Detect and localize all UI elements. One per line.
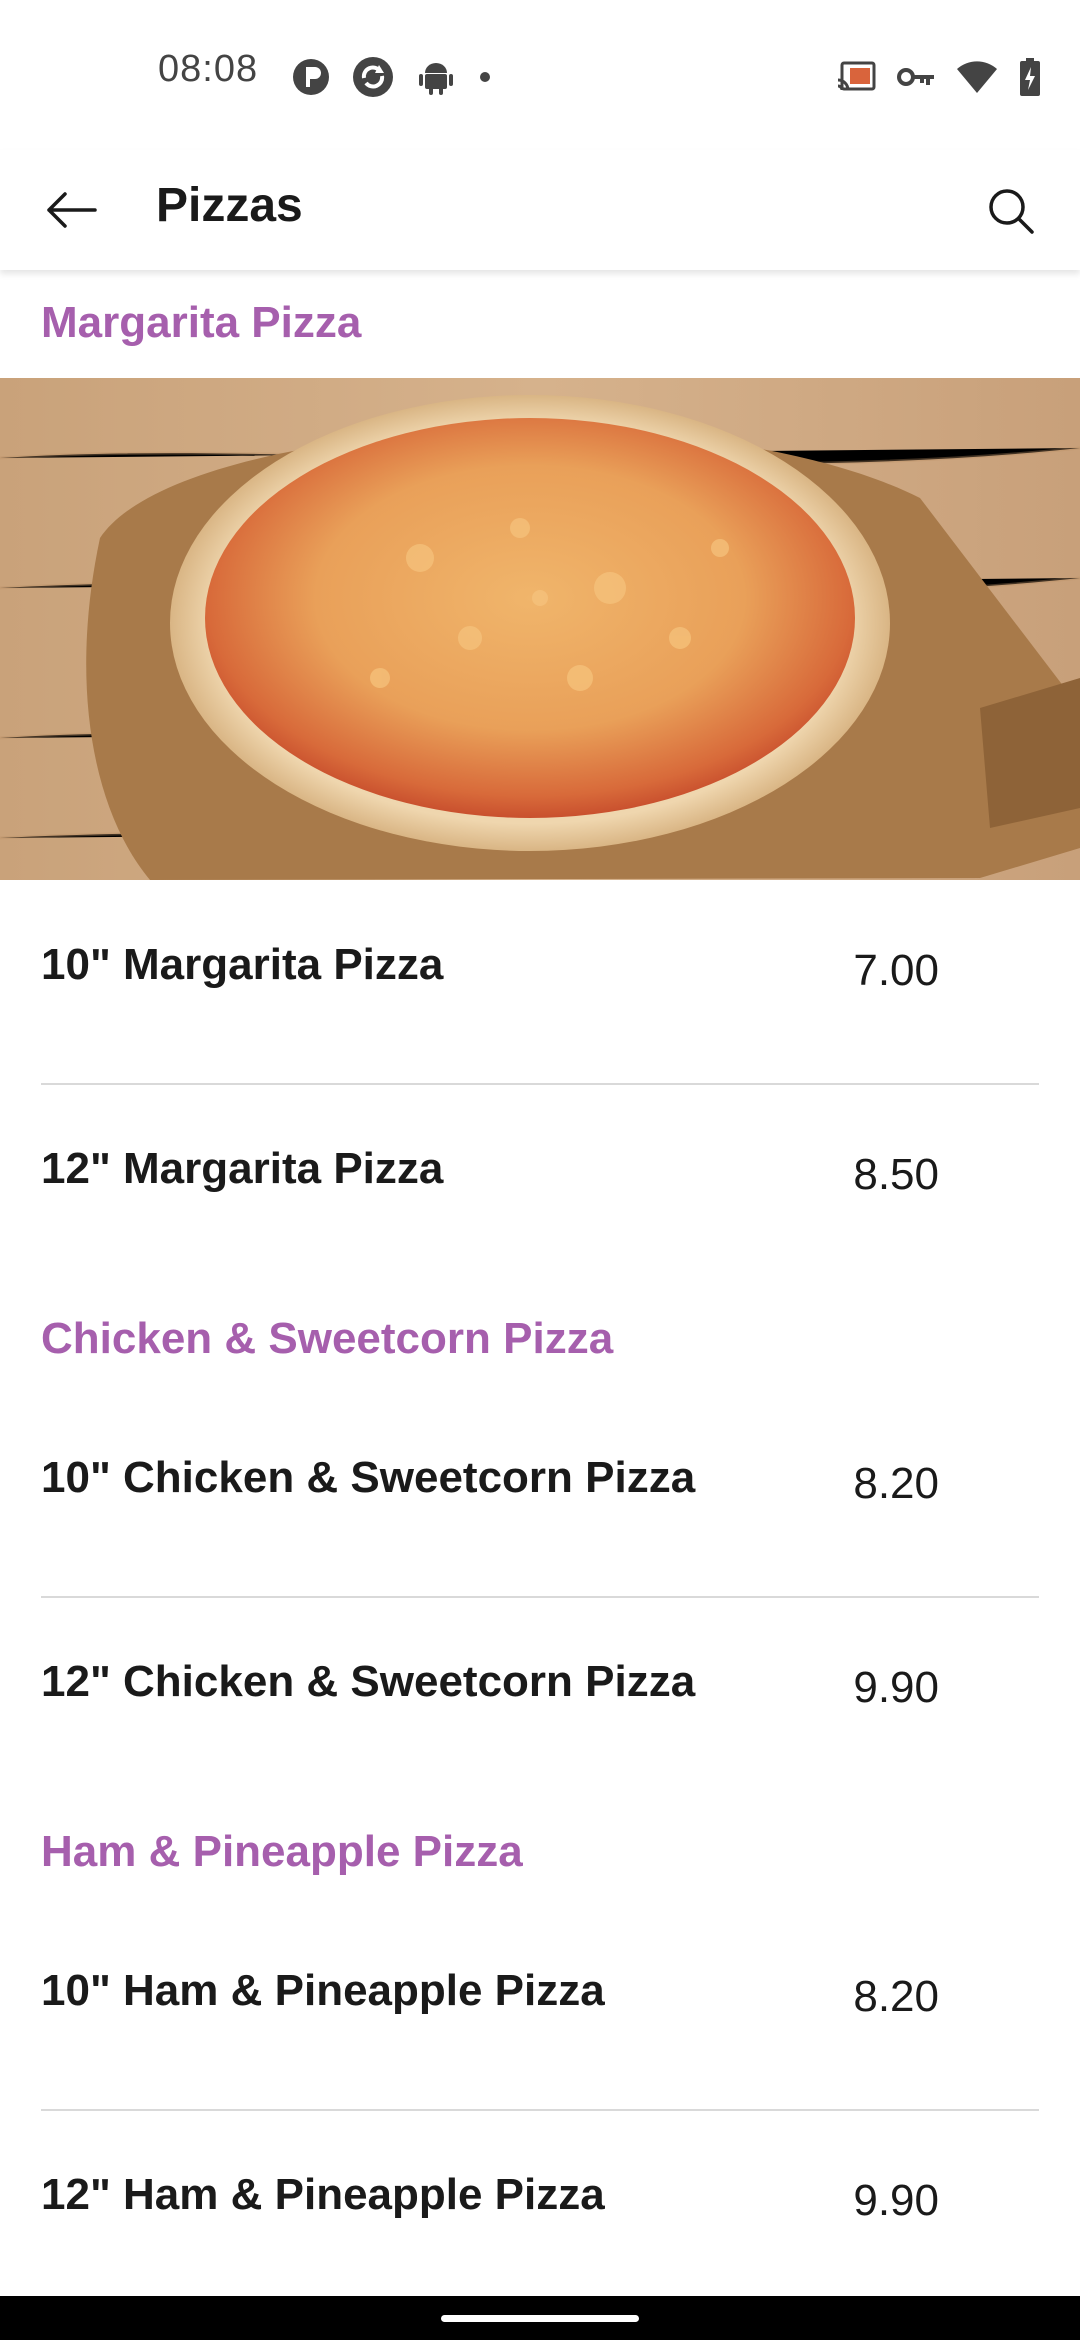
item-name: 10" Margarita Pizza bbox=[41, 940, 444, 989]
divider bbox=[41, 1083, 1039, 1085]
item-price: 8.20 bbox=[853, 1972, 939, 2021]
menu-item-row[interactable]: 12" Ham & Pineapple Pizza 9.90 bbox=[41, 2170, 1039, 2270]
status-time: 08:08 bbox=[158, 48, 259, 90]
dot-icon bbox=[480, 72, 490, 82]
p-badge-icon bbox=[293, 59, 329, 95]
divider bbox=[41, 1596, 1039, 1598]
menu-item-row[interactable]: 12" Chicken & Sweetcorn Pizza 9.90 bbox=[41, 1657, 1039, 1757]
back-button[interactable] bbox=[36, 180, 106, 240]
sync-icon bbox=[353, 57, 393, 97]
item-price: 9.90 bbox=[853, 2176, 939, 2225]
system-nav-bar bbox=[0, 2296, 1080, 2340]
item-name: 10" Ham & Pineapple Pizza bbox=[41, 1966, 605, 2015]
divider bbox=[41, 2109, 1039, 2111]
menu-item-row[interactable]: 10" Chicken & Sweetcorn Pizza 8.20 bbox=[41, 1453, 1039, 1553]
section-title-ham-pineapple: Ham & Pineapple Pizza bbox=[41, 1827, 523, 1876]
wifi-icon bbox=[957, 61, 997, 93]
section-title-chicken-sweetcorn: Chicken & Sweetcorn Pizza bbox=[41, 1314, 614, 1363]
margarita-pizza-photo bbox=[0, 378, 1080, 880]
cast-icon bbox=[837, 61, 876, 91]
menu-item-row[interactable]: 12" Margarita Pizza 8.50 bbox=[41, 1144, 1039, 1244]
menu-item-row[interactable]: 10" Margarita Pizza 7.00 bbox=[41, 940, 1039, 1040]
android-icon bbox=[419, 63, 453, 95]
item-name: 10" Chicken & Sweetcorn Pizza bbox=[41, 1453, 696, 1502]
item-name: 12" Margarita Pizza bbox=[41, 1144, 444, 1193]
page-title: Pizzas bbox=[156, 179, 303, 232]
vpn-key-icon bbox=[897, 68, 934, 86]
app-bar: Pizzas bbox=[0, 150, 1080, 270]
section-title-margarita: Margarita Pizza bbox=[41, 298, 362, 347]
item-price: 8.20 bbox=[853, 1459, 939, 1508]
status-icons-left bbox=[292, 52, 492, 102]
item-price: 9.90 bbox=[853, 1663, 939, 1712]
home-gesture-handle[interactable] bbox=[441, 2315, 639, 2322]
search-icon bbox=[989, 189, 1034, 234]
battery-charging-icon bbox=[1020, 58, 1040, 96]
item-name: 12" Ham & Pineapple Pizza bbox=[41, 2170, 605, 2219]
menu-item-row[interactable]: 10" Ham & Pineapple Pizza 8.20 bbox=[41, 1966, 1039, 2066]
status-icons-right bbox=[836, 52, 1042, 102]
item-name: 12" Chicken & Sweetcorn Pizza bbox=[41, 1657, 696, 1706]
arrow-left-icon bbox=[47, 192, 97, 228]
item-price: 7.00 bbox=[853, 946, 939, 995]
search-button[interactable] bbox=[978, 178, 1044, 244]
item-price: 8.50 bbox=[853, 1150, 939, 1199]
status-bar: 08:08 bbox=[0, 0, 1080, 150]
